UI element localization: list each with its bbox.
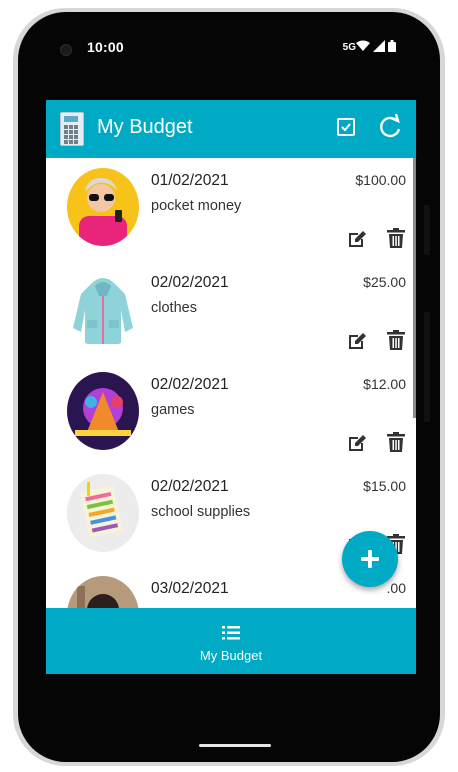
home-indicator[interactable] [199,744,271,747]
edit-icon[interactable] [346,228,368,250]
item-description: games [151,402,195,418]
item-date: 03/02/2021 [151,580,229,597]
status-bar: 10:00 5G [46,30,416,70]
item-amount: $100.00 [355,172,406,188]
list-item[interactable]: 01/02/2021 pocket money $100.00 [46,158,416,261]
bottom-navigation: My Budget [46,608,416,674]
app-bar: My Budget [46,100,416,158]
add-item-button[interactable] [342,531,398,587]
item-image-portrait [67,576,139,608]
item-description: pocket money [151,198,242,214]
signal-battery-icons [356,40,396,52]
item-date: 02/02/2021 [151,478,229,495]
app-title: My Budget [97,116,193,138]
item-description: clothes [151,300,197,316]
list-icon [222,626,240,640]
refresh-icon[interactable] [377,113,403,141]
edit-icon[interactable] [346,432,368,454]
list-item[interactable]: 02/02/2021 games $12.00 [46,362,416,465]
list-scrollbar[interactable] [413,158,416,418]
delete-icon[interactable] [386,227,406,249]
phone-volume-button [424,312,430,422]
nav-label: My Budget [199,648,263,663]
item-image-game [67,372,139,450]
item-date: 02/02/2021 [151,376,229,393]
battery-icon [388,40,396,52]
camera-icon [60,44,72,56]
status-time: 10:00 [87,39,124,55]
phone-power-button [424,205,430,255]
list-item[interactable]: 02/02/2021 clothes $25.00 [46,260,416,363]
plus-icon [361,550,379,568]
cell-signal-icon [373,40,385,52]
item-amount: $12.00 [363,376,406,392]
delete-icon[interactable] [386,329,406,351]
delete-icon[interactable] [386,431,406,453]
item-date: 01/02/2021 [151,172,229,189]
network-label: 5G [342,42,356,53]
item-amount: $15.00 [363,478,406,494]
item-image-school-supplies [67,474,139,552]
item-amount: $25.00 [363,274,406,290]
item-image-woman [67,168,139,246]
app-screen: My Budget 01/02/2021 pocket money $100.0… [46,100,416,674]
nav-item-my-budget[interactable]: My Budget [46,608,416,674]
item-date: 02/02/2021 [151,274,229,291]
calculator-icon [60,112,84,146]
wifi-icon [356,40,370,51]
check-box-icon[interactable] [337,118,355,136]
item-description: school supplies [151,504,251,520]
edit-icon[interactable] [346,330,368,352]
item-image-hoodie [67,270,139,348]
